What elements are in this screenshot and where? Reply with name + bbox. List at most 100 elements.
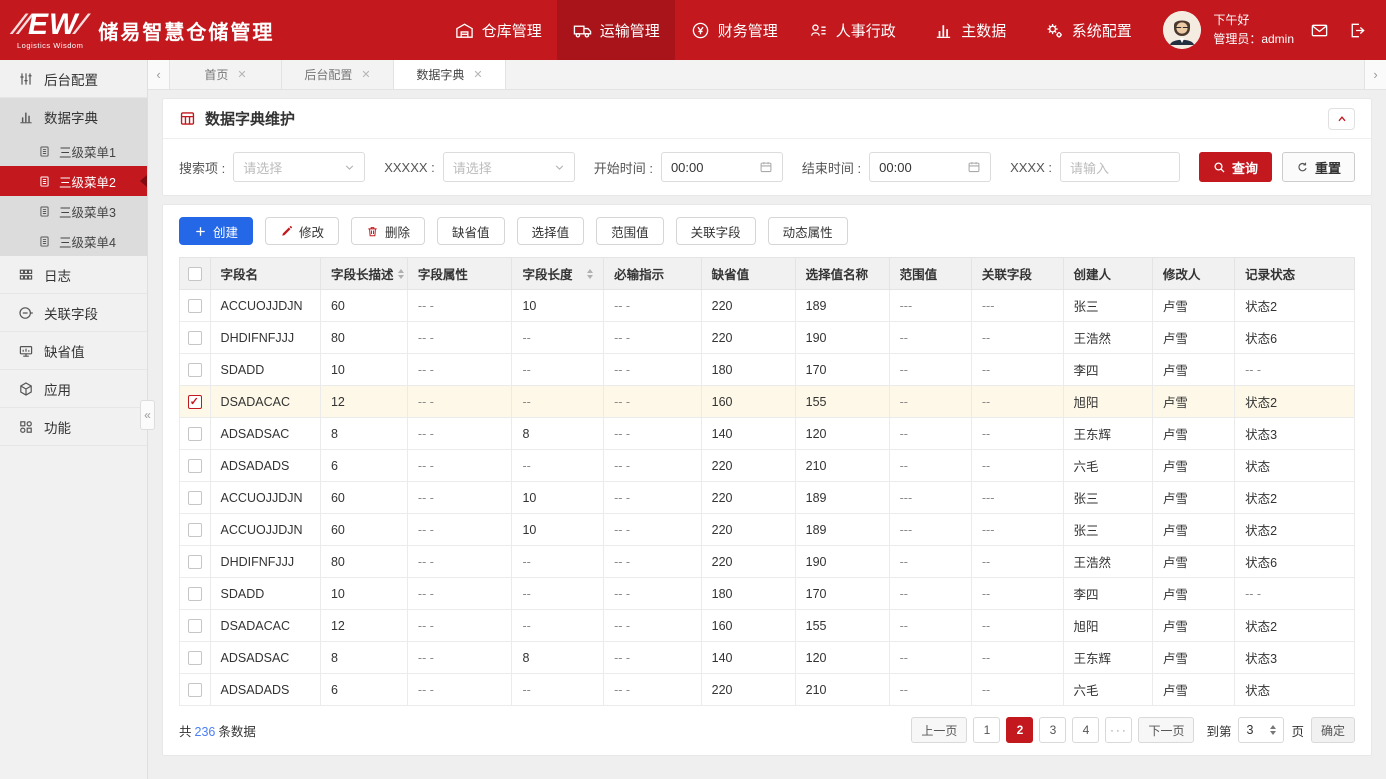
row-checkbox[interactable] bbox=[188, 523, 202, 537]
start-time-input[interactable]: 00:00 bbox=[661, 152, 783, 182]
search-item-field: 搜索项 : 请选择 bbox=[179, 152, 365, 182]
sidebar-item-related-fields[interactable]: 关联字段 bbox=[0, 294, 147, 332]
delete-button[interactable]: 删除 bbox=[351, 217, 425, 245]
table-row: ACCUOJJDJN60-- -10-- -220189------张三卢雪状态… bbox=[180, 514, 1355, 546]
related-field-button[interactable]: 关联字段 bbox=[676, 217, 756, 245]
nav-item-finance[interactable]: 财务管理 bbox=[675, 0, 793, 60]
column-header[interactable]: 字段长描述 bbox=[320, 258, 407, 290]
sidebar-item-application[interactable]: 应用 bbox=[0, 370, 147, 408]
search-item-select[interactable]: 请选择 bbox=[233, 152, 365, 182]
sidebar-collapse-handle[interactable]: « bbox=[140, 400, 155, 430]
modify-button[interactable]: 修改 bbox=[265, 217, 339, 245]
nav-item-transport[interactable]: 运输管理 bbox=[557, 0, 675, 60]
filter-buttons: 查询 重置 bbox=[1199, 152, 1355, 182]
sidebar-subitem-menu4[interactable]: 三级菜单4 bbox=[0, 226, 147, 256]
sort-icon[interactable] bbox=[398, 269, 404, 279]
sidebar-subitem-menu3[interactable]: 三级菜单3 bbox=[0, 196, 147, 226]
column-header[interactable]: 字段属性 bbox=[407, 258, 512, 290]
default-value-button[interactable]: 缺省值 bbox=[437, 217, 505, 245]
select-value-button[interactable]: 选择值 bbox=[517, 217, 585, 245]
logout-button[interactable] bbox=[1344, 17, 1370, 43]
page-button-4[interactable]: 4 bbox=[1072, 717, 1099, 743]
page-title: 数据字典维护 bbox=[205, 108, 295, 129]
nav-item-warehouse[interactable]: 仓库管理 bbox=[439, 0, 557, 60]
column-header[interactable]: 记录状态 bbox=[1235, 258, 1355, 290]
row-checkbox[interactable] bbox=[188, 427, 202, 441]
stepper-arrows-icon[interactable] bbox=[1270, 725, 1276, 735]
tab-backend-config[interactable]: 后台配置 ✕ bbox=[282, 60, 394, 89]
column-header[interactable]: 字段长度 bbox=[512, 258, 604, 290]
row-checkbox-cell bbox=[180, 386, 211, 418]
prev-page-button[interactable]: 上一页 bbox=[911, 717, 967, 743]
page-button-3[interactable]: 3 bbox=[1039, 717, 1066, 743]
page-button-1[interactable]: 1 bbox=[973, 717, 1000, 743]
query-button[interactable]: 查询 bbox=[1199, 152, 1272, 182]
row-checkbox[interactable] bbox=[188, 587, 202, 601]
tab-data-dictionary[interactable]: 数据字典 ✕ bbox=[394, 60, 506, 89]
nav-item-masterdata[interactable]: 主数据 bbox=[911, 0, 1029, 60]
column-header[interactable]: 创建人 bbox=[1063, 258, 1152, 290]
column-header[interactable]: 范围值 bbox=[889, 258, 971, 290]
column-header[interactable]: 选择值名称 bbox=[795, 258, 889, 290]
column-header[interactable]: 必输指示 bbox=[604, 258, 702, 290]
tab-scroll-right[interactable]: › bbox=[1364, 60, 1386, 89]
tab-bar: ‹ 首页 ✕ 后台配置 ✕ 数据字典 ✕ › bbox=[148, 60, 1386, 90]
nav-item-sysconfig[interactable]: 系统配置 bbox=[1029, 0, 1147, 60]
table-cell: 卢雪 bbox=[1152, 674, 1234, 706]
table-cell: 旭阳 bbox=[1063, 386, 1152, 418]
range-value-button[interactable]: 范围值 bbox=[596, 217, 664, 245]
sort-icon[interactable] bbox=[587, 269, 593, 279]
xxxx-input[interactable]: 请输入 bbox=[1060, 152, 1180, 182]
dynamic-attr-button[interactable]: 动态属性 bbox=[768, 217, 848, 245]
tab-scroll-left[interactable]: ‹ bbox=[148, 60, 170, 89]
reset-button[interactable]: 重置 bbox=[1282, 152, 1355, 182]
create-button[interactable]: 创建 bbox=[179, 217, 253, 245]
row-checkbox-cell bbox=[180, 482, 211, 514]
row-checkbox[interactable] bbox=[188, 363, 202, 377]
row-checkbox[interactable] bbox=[188, 459, 202, 473]
table-cell: 王浩然 bbox=[1063, 322, 1152, 354]
sidebar-item-logs[interactable]: 日志 bbox=[0, 256, 147, 294]
table-cell: 卢雪 bbox=[1152, 578, 1234, 610]
row-checkbox[interactable] bbox=[188, 651, 202, 665]
column-header[interactable]: 缺省值 bbox=[701, 258, 795, 290]
page-number-stepper[interactable]: 3 bbox=[1238, 717, 1284, 743]
sidebar-subitem-menu2[interactable]: 三级菜单2 bbox=[0, 166, 147, 196]
close-icon[interactable]: ✕ bbox=[361, 68, 370, 81]
column-header[interactable]: 字段名 bbox=[210, 258, 320, 290]
row-checkbox[interactable] bbox=[188, 683, 202, 697]
sidebar-item-backend-config[interactable]: 后台配置 bbox=[0, 60, 147, 98]
nav-item-hr[interactable]: 人事行政 bbox=[793, 0, 911, 60]
row-checkbox[interactable] bbox=[188, 555, 202, 569]
sidebar-item-data-dictionary[interactable]: 数据字典 bbox=[0, 98, 147, 136]
nav-label: 主数据 bbox=[961, 20, 1006, 41]
row-checkbox[interactable] bbox=[188, 619, 202, 633]
panel-collapse-button[interactable] bbox=[1328, 108, 1355, 130]
sidebar-subitem-label: 三级菜单3 bbox=[59, 202, 116, 221]
mail-button[interactable] bbox=[1306, 17, 1332, 43]
xxxxx-select[interactable]: 请选择 bbox=[443, 152, 575, 182]
table-cell: -- bbox=[971, 642, 1063, 674]
close-icon[interactable]: ✕ bbox=[473, 68, 482, 81]
avatar[interactable] bbox=[1163, 11, 1201, 49]
start-time-field: 开始时间 : 00:00 bbox=[594, 152, 783, 182]
select-all-checkbox[interactable] bbox=[188, 267, 202, 281]
row-checkbox[interactable] bbox=[188, 395, 202, 409]
row-checkbox[interactable] bbox=[188, 299, 202, 313]
close-icon[interactable]: ✕ bbox=[237, 68, 246, 81]
next-page-button[interactable]: 下一页 bbox=[1138, 717, 1194, 743]
chart-icon bbox=[18, 109, 34, 125]
sidebar-item-default-value[interactable]: 缺省值 bbox=[0, 332, 147, 370]
end-time-input[interactable]: 00:00 bbox=[869, 152, 991, 182]
row-checkbox[interactable] bbox=[188, 331, 202, 345]
column-header[interactable]: 修改人 bbox=[1152, 258, 1234, 290]
sidebar-subitem-menu1[interactable]: 三级菜单1 bbox=[0, 136, 147, 166]
tab-home[interactable]: 首页 ✕ bbox=[170, 60, 282, 89]
row-checkbox[interactable] bbox=[188, 491, 202, 505]
confirm-button[interactable]: 确定 bbox=[1311, 717, 1355, 743]
sidebar-item-functions[interactable]: 功能 bbox=[0, 408, 147, 446]
page-button-2[interactable]: 2 bbox=[1006, 717, 1033, 743]
page-ellipsis[interactable]: ··· bbox=[1105, 717, 1132, 743]
column-header[interactable]: 关联字段 bbox=[971, 258, 1063, 290]
goto-suffix: 页 bbox=[1291, 721, 1304, 740]
